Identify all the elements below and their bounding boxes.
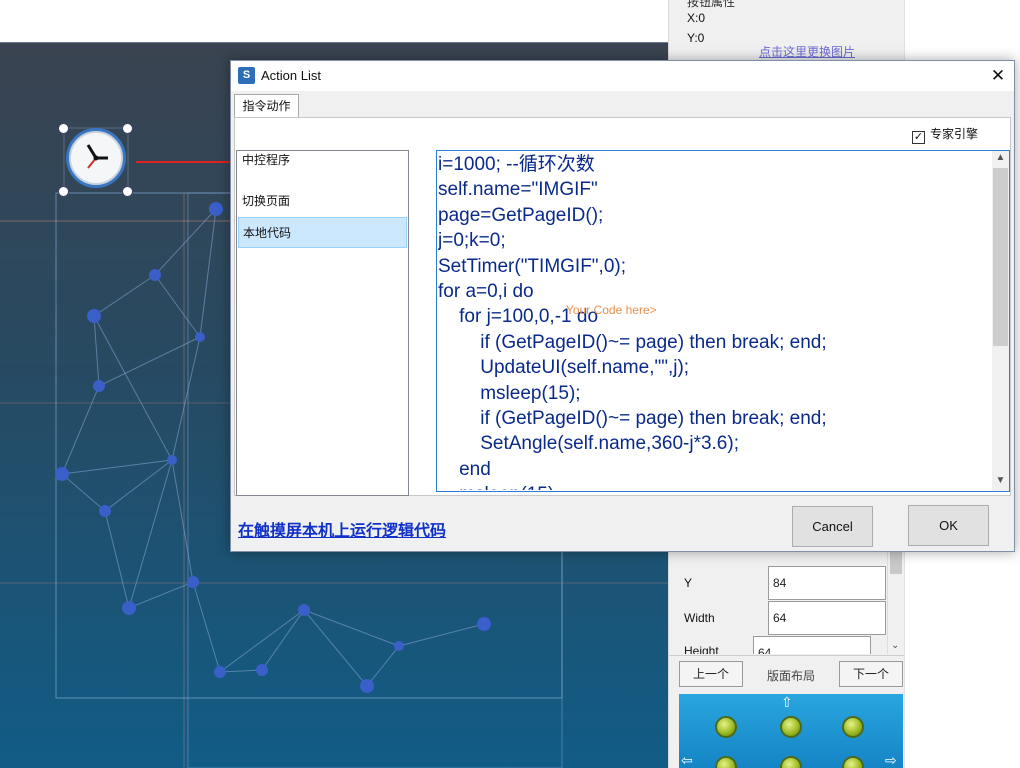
resize-handle[interactable] <box>58 186 69 197</box>
app-icon: S <box>238 67 255 84</box>
code-scrollbar[interactable]: ▲ ▼ <box>992 151 1009 491</box>
height-field-label: Height <box>684 644 719 654</box>
chevron-down-icon[interactable]: ▼ <box>992 475 1009 486</box>
clock-icon <box>63 127 129 191</box>
preview-button-icon <box>715 756 737 768</box>
code-line[interactable]: for j=100,0,-1 do <box>438 304 991 329</box>
code-line[interactable]: msleep(15) <box>438 482 991 490</box>
list-item-local-code[interactable]: 本地代码 <box>238 217 407 248</box>
clock-widget[interactable] <box>58 123 134 191</box>
preview-button-icon <box>715 716 737 738</box>
title-bar[interactable]: S Action List ✕ <box>231 61 1014 91</box>
code-placeholder-hint: Your Code here> <box>566 303 657 317</box>
property-scrollbar[interactable]: ⌄ <box>887 548 903 654</box>
action-list-dialog: S Action List ✕ 指令动作 ✓ 专家引擎 中控程序 切换页面 本地代… <box>230 60 1015 552</box>
cancel-button[interactable]: Cancel <box>792 506 873 547</box>
code-line[interactable]: msleep(15); <box>438 381 991 406</box>
divider <box>669 655 905 656</box>
height-row-clip: Height 64 <box>669 636 887 654</box>
scrollbar-thumb[interactable] <box>993 168 1008 346</box>
preview-button-icon <box>780 716 802 738</box>
chevron-down-icon[interactable]: ⌄ <box>891 640 899 651</box>
code-editor[interactable]: i=1000; --循环次数 self.name="IMGIF" page=GetP… <box>436 150 1010 492</box>
code-line[interactable]: j=0;k=0; <box>438 228 991 253</box>
width-field-label: Width <box>684 611 715 625</box>
resize-handle[interactable] <box>122 123 133 134</box>
x-readout: X:0 <box>687 11 706 25</box>
action-type-list[interactable]: 中控程序 切换页面 本地代码 <box>236 150 409 496</box>
code-line[interactable]: SetAngle(self.name,360-j*3.6); <box>438 431 991 456</box>
arrow-left-icon: ⇦ <box>681 752 693 768</box>
code-line[interactable]: for a=0,i do <box>438 279 991 304</box>
code-text[interactable]: i=1000; --循环次数 self.name="IMGIF" page=GetP… <box>438 152 991 490</box>
run-on-device-link[interactable]: 在触摸屏本机上运行逻辑代码 <box>238 517 446 541</box>
ok-button[interactable]: OK <box>908 505 989 546</box>
y-field-label: Y <box>684 576 693 590</box>
expert-engine-label: 专家引擎 <box>930 127 979 141</box>
preview-button-icon <box>842 716 864 738</box>
expert-engine-checkbox[interactable]: ✓ 专家引擎 <box>912 125 978 144</box>
height-field[interactable]: 64 <box>753 636 871 654</box>
arrow-up-icon: ⇧ <box>781 694 793 710</box>
change-image-link[interactable]: 点击这里更换图片 <box>759 43 855 60</box>
code-line[interactable]: if (GetPageID()~= page) then break; end; <box>438 330 991 355</box>
dialog-title: Action List <box>261 68 321 83</box>
code-line[interactable]: end <box>438 457 991 482</box>
width-field[interactable]: 64 <box>768 601 886 635</box>
checkbox-checked-icon[interactable]: ✓ <box>912 131 925 144</box>
tab-actions[interactable]: 指令动作 <box>234 94 299 118</box>
y-field[interactable]: 84 <box>768 566 886 600</box>
list-item-switch-page[interactable]: 切换页面 <box>238 186 407 217</box>
preview-button-icon <box>842 756 864 768</box>
layout-preview[interactable]: ⇧ ⇦ ⇨ <box>679 694 903 768</box>
next-button[interactable]: 下一个 <box>839 661 903 687</box>
code-line[interactable]: UpdateUI(self.name,"",j); <box>438 355 991 380</box>
arrow-right-icon: ⇨ <box>885 752 897 768</box>
code-line[interactable]: SetTimer("TIMGIF",0); <box>438 254 991 279</box>
layout-label: 版面布局 <box>767 669 816 683</box>
code-line[interactable]: if (GetPageID()~= page) then break; end; <box>438 406 991 431</box>
resize-handle[interactable] <box>58 123 69 134</box>
previous-button[interactable]: 上一个 <box>679 661 743 687</box>
scrollbar-thumb[interactable] <box>890 552 902 574</box>
code-line[interactable]: self.name="IMGIF" <box>438 177 991 202</box>
code-line[interactable]: page=GetPageID(); <box>438 203 991 228</box>
preview-button-icon <box>780 756 802 768</box>
list-item-central-control[interactable]: 中控程序 <box>238 153 407 173</box>
resize-handle[interactable] <box>122 186 133 197</box>
y-readout: Y:0 <box>687 31 705 45</box>
chevron-up-icon[interactable]: ▲ <box>992 152 1009 163</box>
close-icon[interactable]: ✕ <box>983 63 1013 89</box>
panel-heading: 按钮属性 <box>687 0 736 9</box>
code-line[interactable]: i=1000; --循环次数 <box>438 152 991 177</box>
